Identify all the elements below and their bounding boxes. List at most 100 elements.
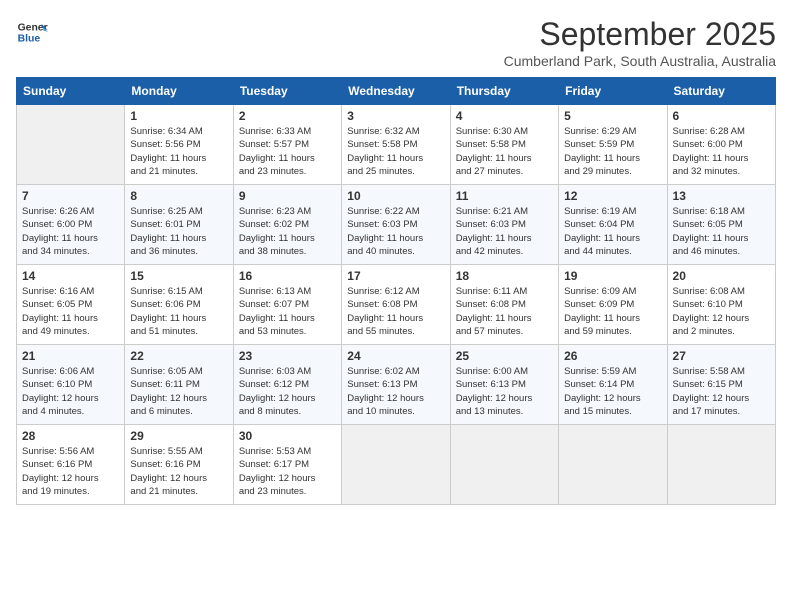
column-header-wednesday: Wednesday (342, 78, 450, 105)
day-info: Sunrise: 6:23 AMSunset: 6:02 PMDaylight:… (239, 205, 336, 258)
calendar-cell: 13Sunrise: 6:18 AMSunset: 6:05 PMDayligh… (667, 185, 775, 265)
day-number: 4 (456, 109, 553, 123)
day-number: 27 (673, 349, 770, 363)
day-info: Sunrise: 6:06 AMSunset: 6:10 PMDaylight:… (22, 365, 119, 418)
calendar-cell: 26 Sunrise: 5:59 AMSunset: 6:14 PMDayligh… (559, 345, 667, 425)
svg-text:Blue: Blue (18, 34, 41, 45)
calendar-cell: 20Sunrise: 6:08 AMSunset: 6:10 PMDayligh… (667, 265, 775, 345)
day-number: 28 (22, 429, 119, 443)
column-header-thursday: Thursday (450, 78, 558, 105)
day-info: Sunrise: 6:12 AMSunset: 6:08 PMDaylight:… (347, 285, 444, 338)
day-number: 21 (22, 349, 119, 363)
calendar-cell: 29 Sunrise: 5:55 AMSunset: 6:16 PMDayligh… (125, 425, 233, 505)
calendar-header-row: SundayMondayTuesdayWednesdayThursdayFrid… (17, 78, 776, 105)
day-number: 12 (564, 189, 661, 203)
day-number: 17 (347, 269, 444, 283)
calendar-cell: 21 Sunrise: 6:06 AMSunset: 6:10 PMDayligh… (17, 345, 125, 425)
calendar-cell: 27 Sunrise: 5:58 AMSunset: 6:15 PMDayligh… (667, 345, 775, 425)
calendar-cell: 19 Sunrise: 6:09 AMSunset: 6:09 PMDayligh… (559, 265, 667, 345)
day-info: Sunrise: 5:59 AMSunset: 6:14 PMDaylight:… (564, 365, 661, 418)
calendar-cell: 3 Sunrise: 6:32 AMSunset: 5:58 PMDaylight… (342, 105, 450, 185)
day-number: 3 (347, 109, 444, 123)
calendar-cell: 11 Sunrise: 6:21 AMSunset: 6:03 PMDayligh… (450, 185, 558, 265)
day-info: Sunrise: 6:02 AMSunset: 6:13 PMDaylight:… (347, 365, 444, 418)
calendar-cell: 22Sunrise: 6:05 AMSunset: 6:11 PMDayligh… (125, 345, 233, 425)
calendar-cell (450, 425, 558, 505)
calendar-week-row: 1Sunrise: 6:34 AMSunset: 5:56 PMDaylight… (17, 105, 776, 185)
calendar-cell: 17 Sunrise: 6:12 AMSunset: 6:08 PMDayligh… (342, 265, 450, 345)
column-header-tuesday: Tuesday (233, 78, 341, 105)
day-info: Sunrise: 6:15 AMSunset: 6:06 PMDaylight:… (130, 285, 227, 338)
day-number: 5 (564, 109, 661, 123)
day-number: 25 (456, 349, 553, 363)
day-info: Sunrise: 5:58 AMSunset: 6:15 PMDaylight:… (673, 365, 770, 418)
location-label: Cumberland Park, South Australia, Austra… (504, 53, 776, 69)
column-header-friday: Friday (559, 78, 667, 105)
calendar-cell: 7 Sunrise: 6:26 AMSunset: 6:00 PMDaylight… (17, 185, 125, 265)
calendar-cell (342, 425, 450, 505)
day-number: 11 (456, 189, 553, 203)
calendar-cell: 15 Sunrise: 6:15 AMSunset: 6:06 PMDayligh… (125, 265, 233, 345)
day-info: Sunrise: 6:16 AMSunset: 6:05 PMDaylight:… (22, 285, 119, 338)
day-number: 14 (22, 269, 119, 283)
day-info: Sunrise: 6:29 AMSunset: 5:59 PMDaylight:… (564, 125, 661, 178)
calendar-week-row: 21 Sunrise: 6:06 AMSunset: 6:10 PMDayligh… (17, 345, 776, 425)
calendar-cell (17, 105, 125, 185)
day-number: 22 (130, 349, 227, 363)
day-number: 26 (564, 349, 661, 363)
calendar-cell: 30Sunrise: 5:53 AMSunset: 6:17 PMDayligh… (233, 425, 341, 505)
day-number: 13 (673, 189, 770, 203)
day-info: Sunrise: 6:03 AMSunset: 6:12 PMDaylight:… (239, 365, 336, 418)
calendar-cell (559, 425, 667, 505)
calendar-cell: 23 Sunrise: 6:03 AMSunset: 6:12 PMDayligh… (233, 345, 341, 425)
calendar-cell: 4 Sunrise: 6:30 AMSunset: 5:58 PMDaylight… (450, 105, 558, 185)
day-number: 6 (673, 109, 770, 123)
calendar-cell: 25 Sunrise: 6:00 AMSunset: 6:13 PMDayligh… (450, 345, 558, 425)
calendar-week-row: 28 Sunrise: 5:56 AMSunset: 6:16 PMDayligh… (17, 425, 776, 505)
day-number: 23 (239, 349, 336, 363)
day-info: Sunrise: 6:21 AMSunset: 6:03 PMDaylight:… (456, 205, 553, 258)
calendar-cell: 16Sunrise: 6:13 AMSunset: 6:07 PMDayligh… (233, 265, 341, 345)
day-info: Sunrise: 6:33 AMSunset: 5:57 PMDaylight:… (239, 125, 336, 178)
calendar-week-row: 7 Sunrise: 6:26 AMSunset: 6:00 PMDaylight… (17, 185, 776, 265)
column-header-monday: Monday (125, 78, 233, 105)
calendar-cell (667, 425, 775, 505)
day-info: Sunrise: 6:19 AMSunset: 6:04 PMDaylight:… (564, 205, 661, 258)
day-number: 15 (130, 269, 227, 283)
calendar-week-row: 14 Sunrise: 6:16 AMSunset: 6:05 PMDayligh… (17, 265, 776, 345)
day-info: Sunrise: 6:28 AMSunset: 6:00 PMDaylight:… (673, 125, 770, 178)
day-info: Sunrise: 6:30 AMSunset: 5:58 PMDaylight:… (456, 125, 553, 178)
day-info: Sunrise: 6:00 AMSunset: 6:13 PMDaylight:… (456, 365, 553, 418)
day-info: Sunrise: 6:26 AMSunset: 6:00 PMDaylight:… (22, 205, 119, 258)
day-info: Sunrise: 5:56 AMSunset: 6:16 PMDaylight:… (22, 445, 119, 498)
month-title: September 2025 (504, 16, 776, 53)
day-info: Sunrise: 6:32 AMSunset: 5:58 PMDaylight:… (347, 125, 444, 178)
calendar-cell: 2 Sunrise: 6:33 AMSunset: 5:57 PMDaylight… (233, 105, 341, 185)
day-number: 2 (239, 109, 336, 123)
calendar-cell: 18Sunrise: 6:11 AMSunset: 6:08 PMDayligh… (450, 265, 558, 345)
day-info: Sunrise: 6:13 AMSunset: 6:07 PMDaylight:… (239, 285, 336, 338)
title-section: September 2025 Cumberland Park, South Au… (504, 16, 776, 69)
day-number: 30 (239, 429, 336, 443)
calendar-cell: 1Sunrise: 6:34 AMSunset: 5:56 PMDaylight… (125, 105, 233, 185)
day-info: Sunrise: 6:08 AMSunset: 6:10 PMDaylight:… (673, 285, 770, 338)
day-number: 8 (130, 189, 227, 203)
day-number: 29 (130, 429, 227, 443)
logo: General Blue General Blue (16, 16, 48, 48)
day-info: Sunrise: 5:55 AMSunset: 6:16 PMDaylight:… (130, 445, 227, 498)
logo-icon: General Blue (16, 16, 48, 48)
day-number: 24 (347, 349, 444, 363)
day-number: 18 (456, 269, 553, 283)
day-number: 19 (564, 269, 661, 283)
column-header-saturday: Saturday (667, 78, 775, 105)
day-number: 7 (22, 189, 119, 203)
day-info: Sunrise: 6:22 AMSunset: 6:03 PMDaylight:… (347, 205, 444, 258)
column-header-sunday: Sunday (17, 78, 125, 105)
day-info: Sunrise: 6:09 AMSunset: 6:09 PMDaylight:… (564, 285, 661, 338)
day-number: 1 (130, 109, 227, 123)
calendar-cell: 5 Sunrise: 6:29 AMSunset: 5:59 PMDaylight… (559, 105, 667, 185)
day-number: 9 (239, 189, 336, 203)
calendar-cell: 10Sunrise: 6:22 AMSunset: 6:03 PMDayligh… (342, 185, 450, 265)
calendar-cell: 14 Sunrise: 6:16 AMSunset: 6:05 PMDayligh… (17, 265, 125, 345)
calendar-cell: 6 Sunrise: 6:28 AMSunset: 6:00 PMDaylight… (667, 105, 775, 185)
